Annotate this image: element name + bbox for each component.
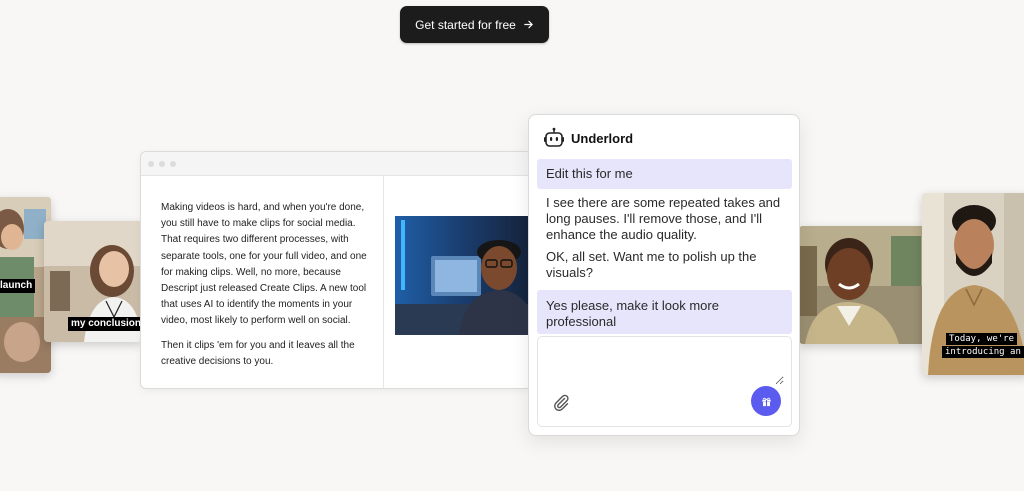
user-message: Yes please, make it look more profession… <box>537 290 792 334</box>
video-preview-frame[interactable] <box>395 216 531 335</box>
thumbnail-caption: my conclusions <box>68 317 142 331</box>
video-thumbnail-right-near <box>799 226 928 344</box>
transcript-paragraph: Making videos is hard, and when you're d… <box>161 202 367 327</box>
window-dot <box>170 160 176 167</box>
get-started-label: Get started for free <box>415 17 516 32</box>
assistant-message: OK, all set. Want me to polish up the vi… <box>546 249 757 280</box>
get-started-button[interactable]: Get started for free <box>400 6 549 43</box>
window-dot <box>159 160 165 167</box>
chat-title: Underlord <box>571 130 634 146</box>
paperclip-icon[interactable] <box>552 393 570 411</box>
video-thumbnail-left-near: my conclusions <box>44 221 142 342</box>
assistant-message: I see there are some repeated takes and … <box>546 195 781 242</box>
gift-icon <box>761 397 771 406</box>
video-thumbnail-right-far: Today, we're introducing an <box>922 193 1024 375</box>
thumbnail-caption: Today, we're <box>946 333 1018 346</box>
underlord-chat-panel: Underlord Edit this for me I see there a… <box>528 114 800 436</box>
transcript-paragraph: Then it clips 'em for you and it leaves … <box>161 339 355 367</box>
arrow-right-icon <box>524 20 533 29</box>
chat-composer <box>537 336 792 427</box>
robot-icon <box>544 127 564 147</box>
user-message: Edit this for me <box>537 159 792 189</box>
transcript-panel[interactable]: Making videos is hard, and when you're d… <box>141 176 384 388</box>
editor-window: Making videos is hard, and when you're d… <box>140 151 532 389</box>
thumbnail-caption: launch <box>0 279 36 293</box>
editor-title-bar <box>141 152 531 176</box>
chat-header: Underlord <box>543 127 633 149</box>
chat-input[interactable] <box>546 345 784 385</box>
video-preview-panel <box>384 176 531 388</box>
thumbnail-caption: introducing an <box>942 346 1024 359</box>
send-button[interactable] <box>751 386 781 416</box>
window-dot <box>148 160 154 167</box>
